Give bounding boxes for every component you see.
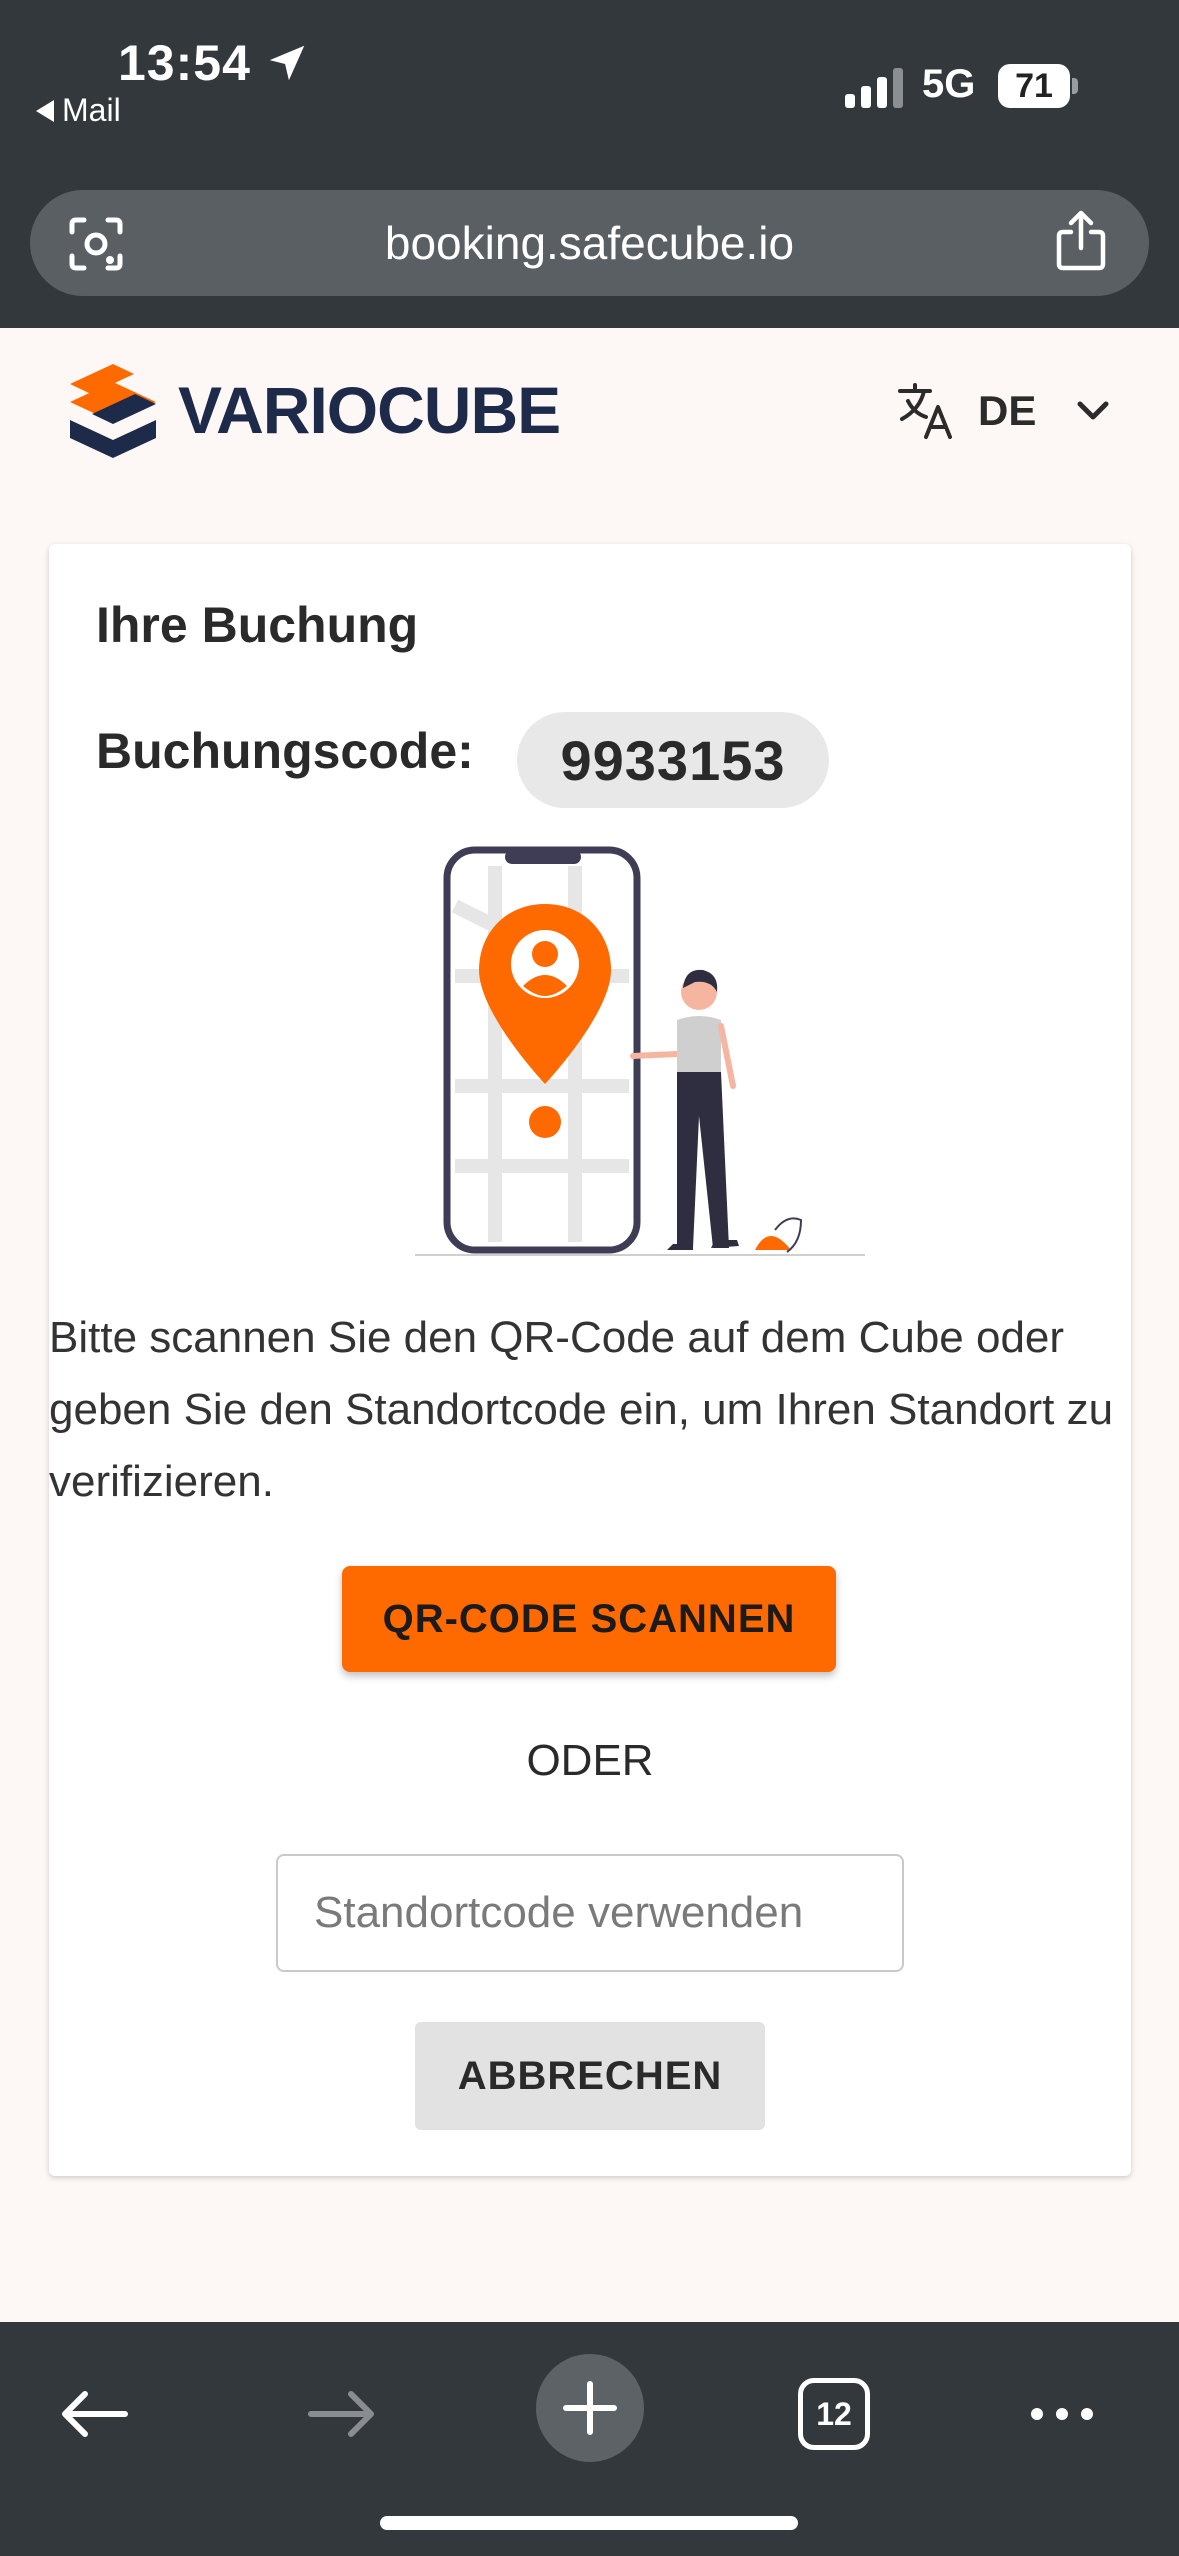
- back-to-app-link[interactable]: Mail: [36, 92, 121, 129]
- arrow-right-icon: [308, 2391, 374, 2437]
- instruction-text: Bitte scannen Sie den QR-Code auf dem Cu…: [49, 1313, 1114, 1506]
- arrow-left-icon: [62, 2391, 128, 2437]
- share-icon[interactable]: [1053, 210, 1109, 272]
- cancel-button[interactable]: ABBRECHEN: [415, 2022, 765, 2130]
- language-code: DE: [978, 387, 1037, 434]
- battery-indicator: 71: [998, 64, 1078, 108]
- location-code-input[interactable]: [276, 1854, 904, 1972]
- url-text: booking.safecube.io: [384, 217, 795, 269]
- variocube-logo-icon: [70, 364, 156, 458]
- back-app-label: Mail: [62, 92, 121, 128]
- page-title: Ihre Buchung: [96, 597, 419, 653]
- back-button[interactable]: [44, 2364, 144, 2464]
- booking-code-chip: 9933153: [517, 712, 829, 808]
- location-arrow-icon: [269, 45, 305, 81]
- network-type: 5G: [922, 62, 976, 106]
- scan-qr-button[interactable]: QR-CODE SCANNEN: [342, 1566, 836, 1672]
- more-menu-button[interactable]: [1012, 2364, 1112, 2464]
- status-time: 13:54: [118, 35, 251, 91]
- booking-code-label: Buchungscode:: [96, 723, 474, 779]
- tab-switcher-button[interactable]: 12: [798, 2378, 870, 2450]
- back-triangle-icon: [36, 99, 54, 122]
- more-dots-icon: [1031, 2408, 1093, 2420]
- or-separator: ODER: [526, 1736, 654, 1785]
- home-indicator[interactable]: [380, 2516, 798, 2530]
- brand-logo-link[interactable]: VARIOCUBE: [70, 360, 561, 460]
- cellular-signal-icon: [845, 68, 903, 108]
- address-bar[interactable]: booking.safecube.io: [30, 190, 1149, 296]
- location-phone-illustration: [415, 846, 865, 1256]
- language-selector[interactable]: DE: [896, 380, 1110, 442]
- browser-top-bar: 13:54 Mail 5G 71 booking.safecube.io: [0, 0, 1179, 328]
- forward-button[interactable]: [292, 2364, 392, 2464]
- booking-card: Ihre Buchung Buchungscode: 9933153 Bitte…: [49, 544, 1131, 2176]
- battery-level: 71: [1015, 66, 1053, 105]
- chevron-down-icon: [1077, 401, 1109, 420]
- new-tab-button[interactable]: [536, 2354, 644, 2462]
- plus-icon: [563, 2381, 617, 2435]
- brand-name: VARIOCUBE: [178, 373, 561, 447]
- translate-icon: [898, 383, 952, 439]
